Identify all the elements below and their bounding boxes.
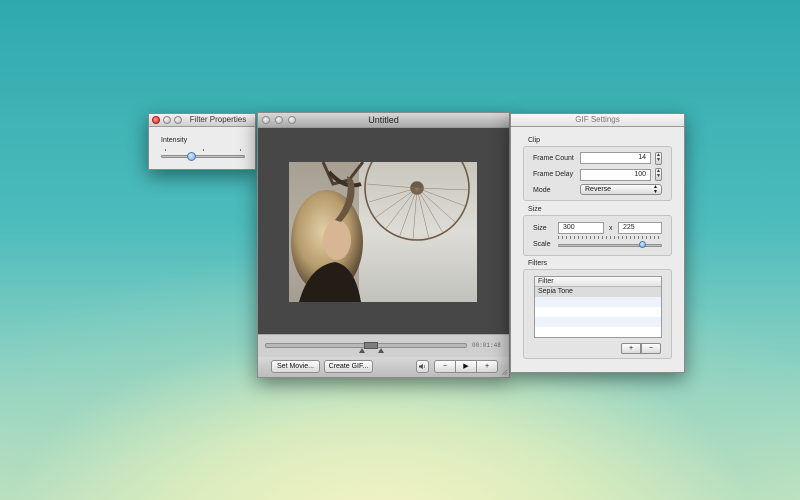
size-label: Size — [533, 225, 547, 232]
main-window-title: Untitled — [368, 115, 399, 125]
timecode-readout: 00:01:48 — [472, 342, 501, 349]
size-x-label: x — [609, 225, 613, 232]
stepper-down-icon[interactable]: ▼ — [656, 174, 661, 179]
minimize-button[interactable] — [275, 116, 283, 124]
clip-group: Frame Count 14 ▲ ▼ Frame Delay 100 ▲ ▼ Mod… — [523, 146, 672, 201]
stepper-down-icon[interactable]: ▼ — [656, 158, 661, 163]
filter-column-header: Filter — [538, 278, 554, 285]
intensity-slider[interactable] — [161, 149, 245, 163]
frame-delay-stepper[interactable]: ▲ ▼ — [655, 168, 662, 181]
audio-button[interactable] — [416, 360, 429, 373]
filter-row-label: Sepia Tone — [538, 288, 573, 295]
scale-track — [558, 244, 662, 247]
remove-filter-button[interactable]: − — [641, 343, 661, 354]
clip-group-title: Clip — [528, 137, 541, 144]
timeline-selection[interactable] — [364, 342, 378, 349]
frame-count-stepper[interactable]: ▲ ▼ — [655, 152, 662, 165]
width-field[interactable]: 300 — [558, 222, 604, 234]
close-button[interactable] — [152, 116, 160, 124]
filter-empty-row — [535, 307, 661, 317]
bottom-toolbar: Set Movie... Create GIF... − ▶ + — [258, 357, 509, 377]
play-button[interactable]: ▶ — [455, 360, 477, 373]
create-gif-button[interactable]: Create GIF... — [324, 360, 373, 373]
intensity-label: Intensity — [161, 137, 188, 144]
size-group-title: Size — [528, 206, 542, 213]
main-titlebar[interactable]: Untitled — [258, 113, 509, 128]
filter-row[interactable]: Sepia Tone — [535, 287, 661, 297]
filters-group: Filter Sepia Tone + − — [523, 269, 672, 359]
filters-table-header[interactable]: Filter — [535, 277, 661, 287]
gif-settings-window: GIF Settings Clip Frame Count 14 ▲ ▼ Fram… — [510, 113, 685, 373]
filter-properties-titlebar[interactable]: Filter Properties — [149, 114, 255, 127]
filter-properties-window: Filter Properties Intensity — [148, 113, 256, 170]
filters-table[interactable]: Filter Sepia Tone — [534, 276, 662, 338]
size-group: Size 300 x 225 Scale — [523, 215, 672, 256]
video-viewport — [258, 128, 509, 334]
step-forward-button[interactable]: + — [476, 360, 498, 373]
scale-slider[interactable] — [558, 236, 662, 250]
step-back-button[interactable]: − — [434, 360, 456, 373]
video-frame[interactable] — [289, 162, 477, 302]
set-movie-button[interactable]: Set Movie... — [271, 360, 320, 373]
intensity-tick — [240, 149, 241, 151]
speaker-icon — [419, 363, 425, 370]
filter-empty-row — [535, 327, 661, 337]
filters-group-title: Filters — [528, 260, 548, 267]
filter-empty-row — [535, 317, 661, 327]
select-arrows-icon: ▲ ▼ — [653, 184, 658, 195]
gif-settings-titlebar[interactable]: GIF Settings — [511, 114, 684, 127]
timeline-start-handle[interactable] — [359, 348, 365, 353]
mode-select-value: Reverse — [585, 186, 612, 193]
mode-select[interactable]: Reverse ▲ ▼ — [580, 184, 662, 195]
intensity-tick — [203, 149, 204, 151]
frame-count-field[interactable]: 14 — [580, 152, 651, 164]
filter-properties-title: Filter Properties — [189, 115, 247, 124]
height-field[interactable]: 225 — [618, 222, 662, 234]
minimize-button[interactable] — [163, 116, 171, 124]
timeline-bar: 00:01:48 — [258, 334, 509, 357]
gif-settings-title: GIF Settings — [575, 115, 620, 124]
frame-delay-field[interactable]: 100 — [580, 169, 651, 181]
main-window: Untitled 00:01:48 Set Movie... Create GI… — [257, 112, 510, 378]
resize-grip-icon[interactable] — [500, 368, 508, 376]
add-filter-button[interactable]: + — [621, 343, 641, 354]
scale-label: Scale — [533, 241, 551, 248]
frame-delay-label: Frame Delay — [533, 171, 574, 178]
close-button[interactable] — [262, 116, 270, 124]
zoom-button[interactable] — [288, 116, 296, 124]
scale-knob[interactable] — [638, 241, 646, 248]
timeline-end-handle[interactable] — [378, 348, 384, 353]
intensity-knob[interactable] — [187, 152, 197, 161]
mode-label: Mode — [533, 187, 551, 194]
scale-ticks — [558, 236, 662, 239]
filter-empty-row — [535, 297, 661, 307]
frame-count-label: Frame Count — [533, 155, 574, 162]
intensity-tick — [165, 149, 166, 151]
intensity-track — [161, 155, 245, 158]
zoom-button[interactable] — [174, 116, 182, 124]
